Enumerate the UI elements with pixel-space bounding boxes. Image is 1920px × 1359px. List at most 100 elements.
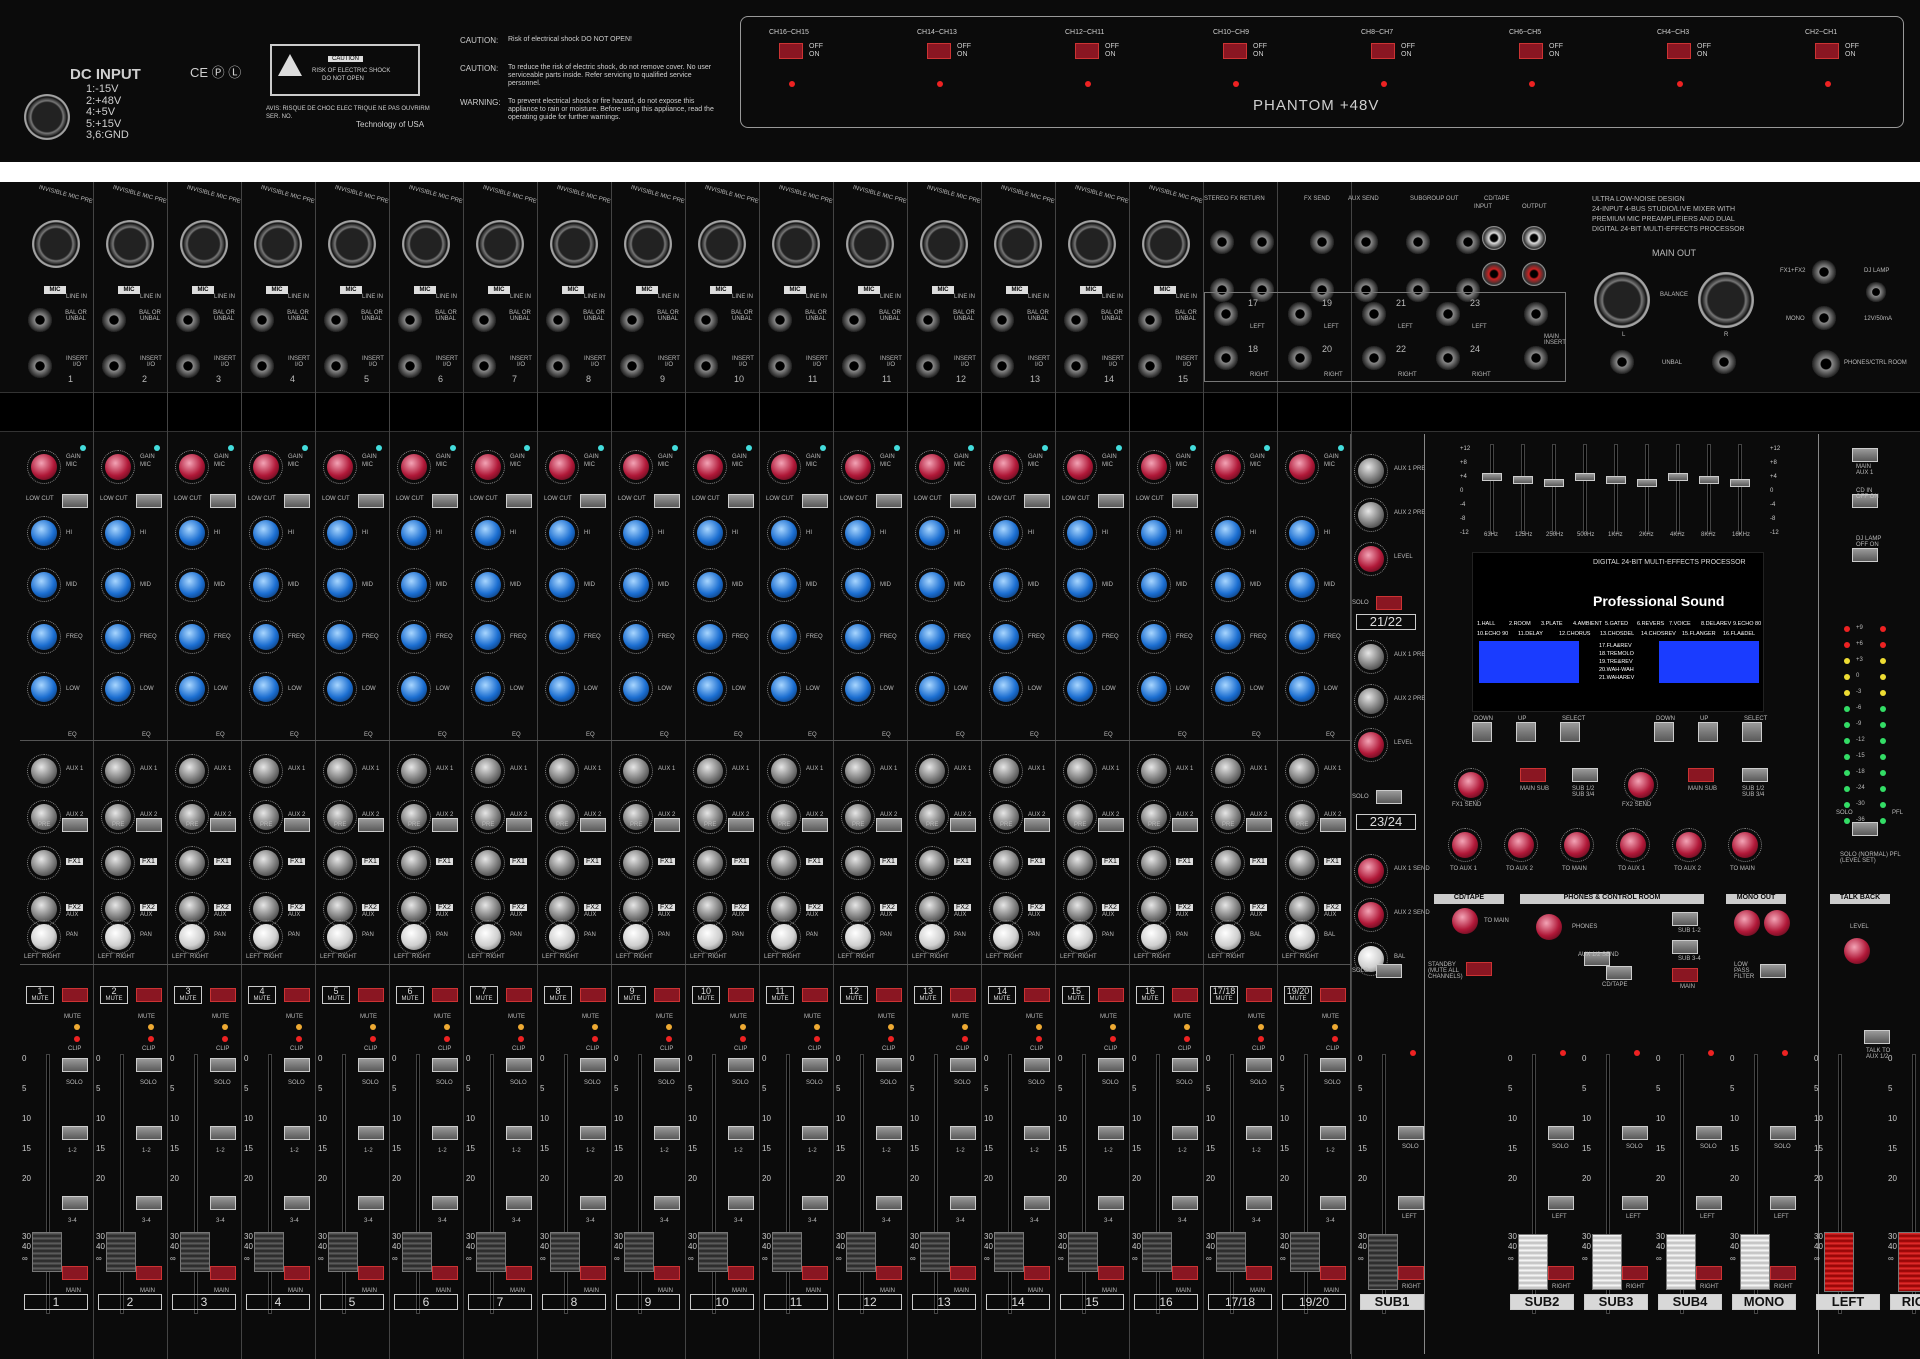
fader-cap[interactable] xyxy=(106,1232,136,1272)
fx1-knob[interactable] xyxy=(771,850,797,876)
gain-knob[interactable] xyxy=(475,454,501,480)
bus12-button[interactable] xyxy=(1172,1126,1198,1140)
insert-jack[interactable] xyxy=(990,354,1014,378)
eq-freq-knob[interactable] xyxy=(327,624,353,650)
pre-button[interactable] xyxy=(1172,818,1198,832)
return-jack[interactable] xyxy=(1210,230,1234,254)
eq-low-knob[interactable] xyxy=(1141,676,1167,702)
master-fader-cap[interactable] xyxy=(1740,1234,1770,1290)
fader-cap[interactable] xyxy=(1142,1232,1172,1272)
pan-knob[interactable] xyxy=(1215,924,1241,950)
eq-freq-knob[interactable] xyxy=(1289,624,1315,650)
low-cut-button[interactable] xyxy=(432,494,458,508)
eq-low-knob[interactable] xyxy=(549,676,575,702)
mute-button[interactable] xyxy=(580,988,606,1002)
phantom-switch[interactable] xyxy=(1371,43,1395,59)
mute-button[interactable] xyxy=(1024,988,1050,1002)
bus12-button[interactable] xyxy=(284,1126,310,1140)
aux1-knob[interactable] xyxy=(1215,758,1241,784)
fx2-main-sub-button[interactable] xyxy=(1688,768,1714,782)
solo-button[interactable] xyxy=(1024,1058,1050,1072)
low-cut-button[interactable] xyxy=(876,494,902,508)
eq-low-knob[interactable] xyxy=(31,676,57,702)
pan-knob[interactable] xyxy=(475,924,501,950)
main-button[interactable] xyxy=(654,1266,680,1280)
eq-hi-knob[interactable] xyxy=(31,520,57,546)
gain-knob[interactable] xyxy=(549,454,575,480)
gain-knob[interactable] xyxy=(697,454,723,480)
eq-freq-knob[interactable] xyxy=(253,624,279,650)
pre-button[interactable] xyxy=(876,818,902,832)
fx-route-knob[interactable] xyxy=(1508,832,1534,858)
mute-button[interactable] xyxy=(802,988,828,1002)
line-in-jack[interactable] xyxy=(102,308,126,332)
main-button[interactable] xyxy=(580,1266,606,1280)
line-in-jack[interactable] xyxy=(250,308,274,332)
send-aux1_send-knob[interactable] xyxy=(1358,858,1384,884)
eq-low-knob[interactable] xyxy=(1067,676,1093,702)
bus12-button[interactable] xyxy=(1024,1126,1050,1140)
line-in-jack[interactable] xyxy=(28,308,52,332)
eq-mid-knob[interactable] xyxy=(1289,572,1315,598)
eq-hi-knob[interactable] xyxy=(919,520,945,546)
fx2-knob[interactable] xyxy=(1067,896,1093,922)
geq-slider-cap[interactable] xyxy=(1637,479,1657,487)
bus34-button[interactable] xyxy=(654,1196,680,1210)
eq-mid-knob[interactable] xyxy=(697,572,723,598)
eq-low-knob[interactable] xyxy=(179,676,205,702)
fx1-knob[interactable] xyxy=(31,850,57,876)
fx-route-knob[interactable] xyxy=(1732,832,1758,858)
fx2-knob[interactable] xyxy=(1141,896,1167,922)
aux1-knob[interactable] xyxy=(401,758,427,784)
mute-button[interactable] xyxy=(1246,988,1272,1002)
fader-cap[interactable] xyxy=(550,1232,580,1272)
master-right-button[interactable] xyxy=(1770,1266,1796,1280)
master-right-button[interactable] xyxy=(1548,1266,1574,1280)
fx-route-knob[interactable] xyxy=(1564,832,1590,858)
phantom-switch[interactable] xyxy=(927,43,951,59)
mute-button[interactable] xyxy=(210,988,236,1002)
rca-jack[interactable] xyxy=(1482,262,1506,286)
aux1-knob[interactable] xyxy=(327,758,353,784)
bus12-button[interactable] xyxy=(950,1126,976,1140)
eq-mid-knob[interactable] xyxy=(179,572,205,598)
pan-knob[interactable] xyxy=(105,924,131,950)
insert-jack[interactable] xyxy=(768,354,792,378)
eq-low-knob[interactable] xyxy=(623,676,649,702)
stereo-in-left-jack[interactable] xyxy=(1436,302,1460,326)
eq-freq-knob[interactable] xyxy=(401,624,427,650)
unbal-right-jack[interactable] xyxy=(1712,350,1736,374)
fader-cap[interactable] xyxy=(1216,1232,1246,1272)
eq-hi-knob[interactable] xyxy=(845,520,871,546)
mic-input-xlr[interactable] xyxy=(1068,220,1116,268)
geq-slider-cap[interactable] xyxy=(1575,473,1595,481)
gain-knob[interactable] xyxy=(845,454,871,480)
eq-freq-knob[interactable] xyxy=(771,624,797,650)
line-in-jack[interactable] xyxy=(546,308,570,332)
pan-knob[interactable] xyxy=(253,924,279,950)
insert-jack[interactable] xyxy=(620,354,644,378)
gain-knob[interactable] xyxy=(179,454,205,480)
bus12-button[interactable] xyxy=(654,1126,680,1140)
mic-input-xlr[interactable] xyxy=(846,220,894,268)
fader-cap[interactable] xyxy=(920,1232,950,1272)
eq-hi-knob[interactable] xyxy=(549,520,575,546)
main-button[interactable] xyxy=(432,1266,458,1280)
fx2-knob[interactable] xyxy=(105,896,131,922)
bus34-button[interactable] xyxy=(1320,1196,1346,1210)
bus34-button[interactable] xyxy=(358,1196,384,1210)
mute-button[interactable] xyxy=(876,988,902,1002)
eq-low-knob[interactable] xyxy=(401,676,427,702)
pre-button[interactable] xyxy=(950,818,976,832)
dsp-button[interactable] xyxy=(1472,722,1492,742)
dsp-button[interactable] xyxy=(1560,722,1580,742)
aux1-knob[interactable] xyxy=(1289,758,1315,784)
gain-knob[interactable] xyxy=(1215,454,1241,480)
low-cut-button[interactable] xyxy=(1024,494,1050,508)
eq-freq-knob[interactable] xyxy=(549,624,575,650)
sub12-button[interactable] xyxy=(1672,912,1698,926)
bus12-button[interactable] xyxy=(1246,1126,1272,1140)
mic-input-xlr[interactable] xyxy=(402,220,450,268)
return-solo-button[interactable] xyxy=(1376,596,1402,610)
low-cut-button[interactable] xyxy=(358,494,384,508)
